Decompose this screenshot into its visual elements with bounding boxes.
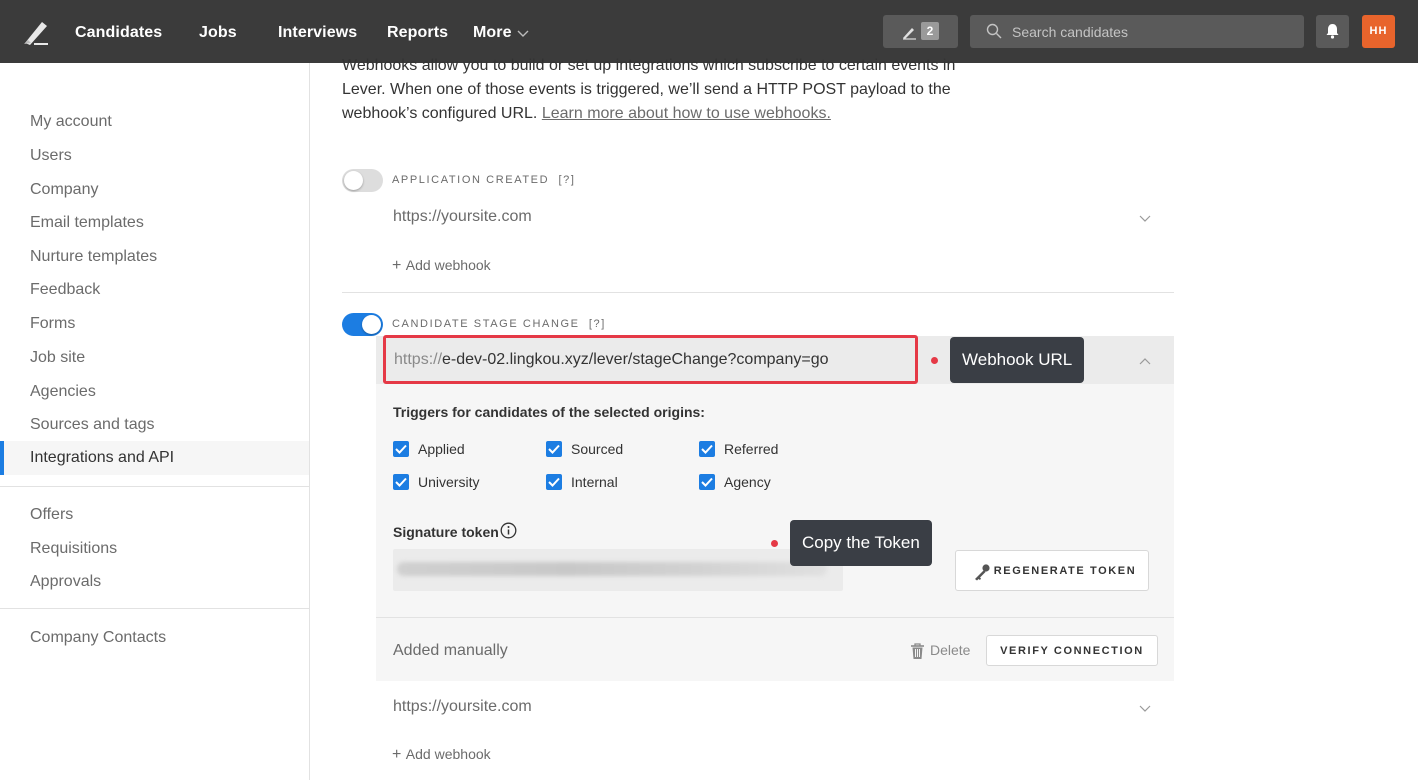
trigger-label: Agency xyxy=(724,474,771,490)
webhook-url-field[interactable]: https://yoursite.com xyxy=(393,208,532,226)
nav-reports[interactable]: Reports xyxy=(387,24,448,42)
info-icon[interactable] xyxy=(500,522,517,539)
search-input[interactable] xyxy=(1012,15,1292,48)
search-box[interactable] xyxy=(970,15,1304,48)
candidate-stage-change-label: CANDIDATE STAGE CHANGE [?] xyxy=(392,318,606,330)
pen-icon xyxy=(903,28,916,40)
regenerate-token-button[interactable]: REGENERATE TOKEN xyxy=(955,550,1149,591)
checkbox-applied[interactable] xyxy=(393,441,409,457)
key-icon xyxy=(975,564,990,581)
trigger-label: Applied xyxy=(418,441,465,457)
sidebar-item-forms[interactable]: Forms xyxy=(30,315,75,333)
checkbox-internal[interactable] xyxy=(546,474,562,490)
avatar[interactable]: HH xyxy=(1362,15,1395,48)
panel-divider xyxy=(376,617,1174,618)
chevron-down-icon[interactable] xyxy=(1138,211,1152,225)
add-webhook-button[interactable]: + Add webhook xyxy=(392,257,491,275)
webhook-config-panel xyxy=(376,336,1174,681)
webhook-url-input[interactable]: https://e-dev-02.lingkou.xyz/lever/stage… xyxy=(383,335,918,384)
webhook-url-callout: Webhook URL xyxy=(950,337,1085,383)
help-link[interactable]: [?] xyxy=(589,318,606,330)
sidebar-item-approvals[interactable]: Approvals xyxy=(30,573,101,591)
section-divider xyxy=(342,292,1174,293)
plus-icon: + xyxy=(392,746,406,763)
search-icon xyxy=(986,23,1002,39)
help-link[interactable]: [?] xyxy=(558,174,575,186)
annotation-dot xyxy=(931,357,938,364)
application-created-label: APPLICATION CREATED [?] xyxy=(392,174,576,186)
candidate-stage-change-toggle[interactable] xyxy=(342,313,383,336)
add-webhook-button[interactable]: + Add webhook xyxy=(392,746,491,764)
sidebar-item-company-contacts[interactable]: Company Contacts xyxy=(30,629,166,647)
added-manually-label: Added manually xyxy=(393,642,508,659)
sidebar-item-integrations-and-api[interactable]: Integrations and API xyxy=(0,441,309,475)
signature-token-field[interactable] xyxy=(393,549,843,591)
trigger-label: Referred xyxy=(724,441,779,457)
webhook-url-field[interactable]: https://yoursite.com xyxy=(393,698,532,716)
nav-candidates[interactable]: Candidates xyxy=(75,24,162,42)
sidebar-item-my-account[interactable]: My account xyxy=(30,113,112,131)
sidebar-item-sources-and-tags[interactable]: Sources and tags xyxy=(30,416,155,434)
trigger-label: University xyxy=(418,474,480,490)
verify-connection-button[interactable]: VERIFY CONNECTION xyxy=(986,635,1158,666)
sidebar-item-requisitions[interactable]: Requisitions xyxy=(30,540,117,558)
blurred-token xyxy=(397,562,827,576)
checkbox-referred[interactable] xyxy=(699,441,715,457)
trash-icon xyxy=(911,643,924,659)
sidebar-divider xyxy=(0,486,309,487)
sidebar-divider xyxy=(0,608,309,609)
plus-icon: + xyxy=(392,257,406,274)
sidebar-item-label: Integrations and API xyxy=(30,449,175,466)
chevron-down-icon[interactable] xyxy=(1138,701,1152,715)
sidebar-item-feedback[interactable]: Feedback xyxy=(30,281,100,299)
nav-interviews[interactable]: Interviews xyxy=(278,24,357,42)
sidebar-item-company[interactable]: Company xyxy=(30,181,98,199)
application-created-toggle[interactable] xyxy=(342,169,383,192)
nav-more[interactable]: More xyxy=(473,24,512,42)
signature-token-title: Signature token xyxy=(393,524,499,540)
annotation-dot xyxy=(771,540,778,547)
nav-jobs[interactable]: Jobs xyxy=(199,24,237,42)
copy-token-callout: Copy the Token xyxy=(790,520,932,566)
sidebar-item-nurture-templates[interactable]: Nurture templates xyxy=(30,248,157,266)
chevron-down-icon[interactable] xyxy=(516,26,530,40)
triggers-title: Triggers for candidates of the selected … xyxy=(393,404,705,420)
lever-logo-icon[interactable] xyxy=(22,18,50,46)
sidebar-item-users[interactable]: Users xyxy=(30,147,72,165)
trigger-label: Internal xyxy=(571,474,618,490)
notes-button[interactable]: 2 xyxy=(883,15,958,48)
notes-count-badge: 2 xyxy=(921,22,939,40)
sidebar-item-offers[interactable]: Offers xyxy=(30,506,73,524)
learn-more-link[interactable]: Learn more about how to use webhooks. xyxy=(542,105,831,122)
webhooks-intro: Webhooks allow you to build or set up in… xyxy=(342,54,962,126)
sidebar-item-job-site[interactable]: Job site xyxy=(30,349,85,367)
notifications-button[interactable] xyxy=(1316,15,1349,48)
checkbox-university[interactable] xyxy=(393,474,409,490)
trigger-label: Sourced xyxy=(571,441,624,457)
sidebar-item-email-templates[interactable]: Email templates xyxy=(30,214,144,232)
checkbox-agency[interactable] xyxy=(699,474,715,490)
checkbox-sourced[interactable] xyxy=(546,441,562,457)
chevron-up-icon[interactable] xyxy=(1138,355,1152,369)
settings-sidebar: My account Users Company Email templates… xyxy=(0,63,310,780)
bell-icon xyxy=(1326,24,1339,39)
sidebar-item-agencies[interactable]: Agencies xyxy=(30,383,96,401)
